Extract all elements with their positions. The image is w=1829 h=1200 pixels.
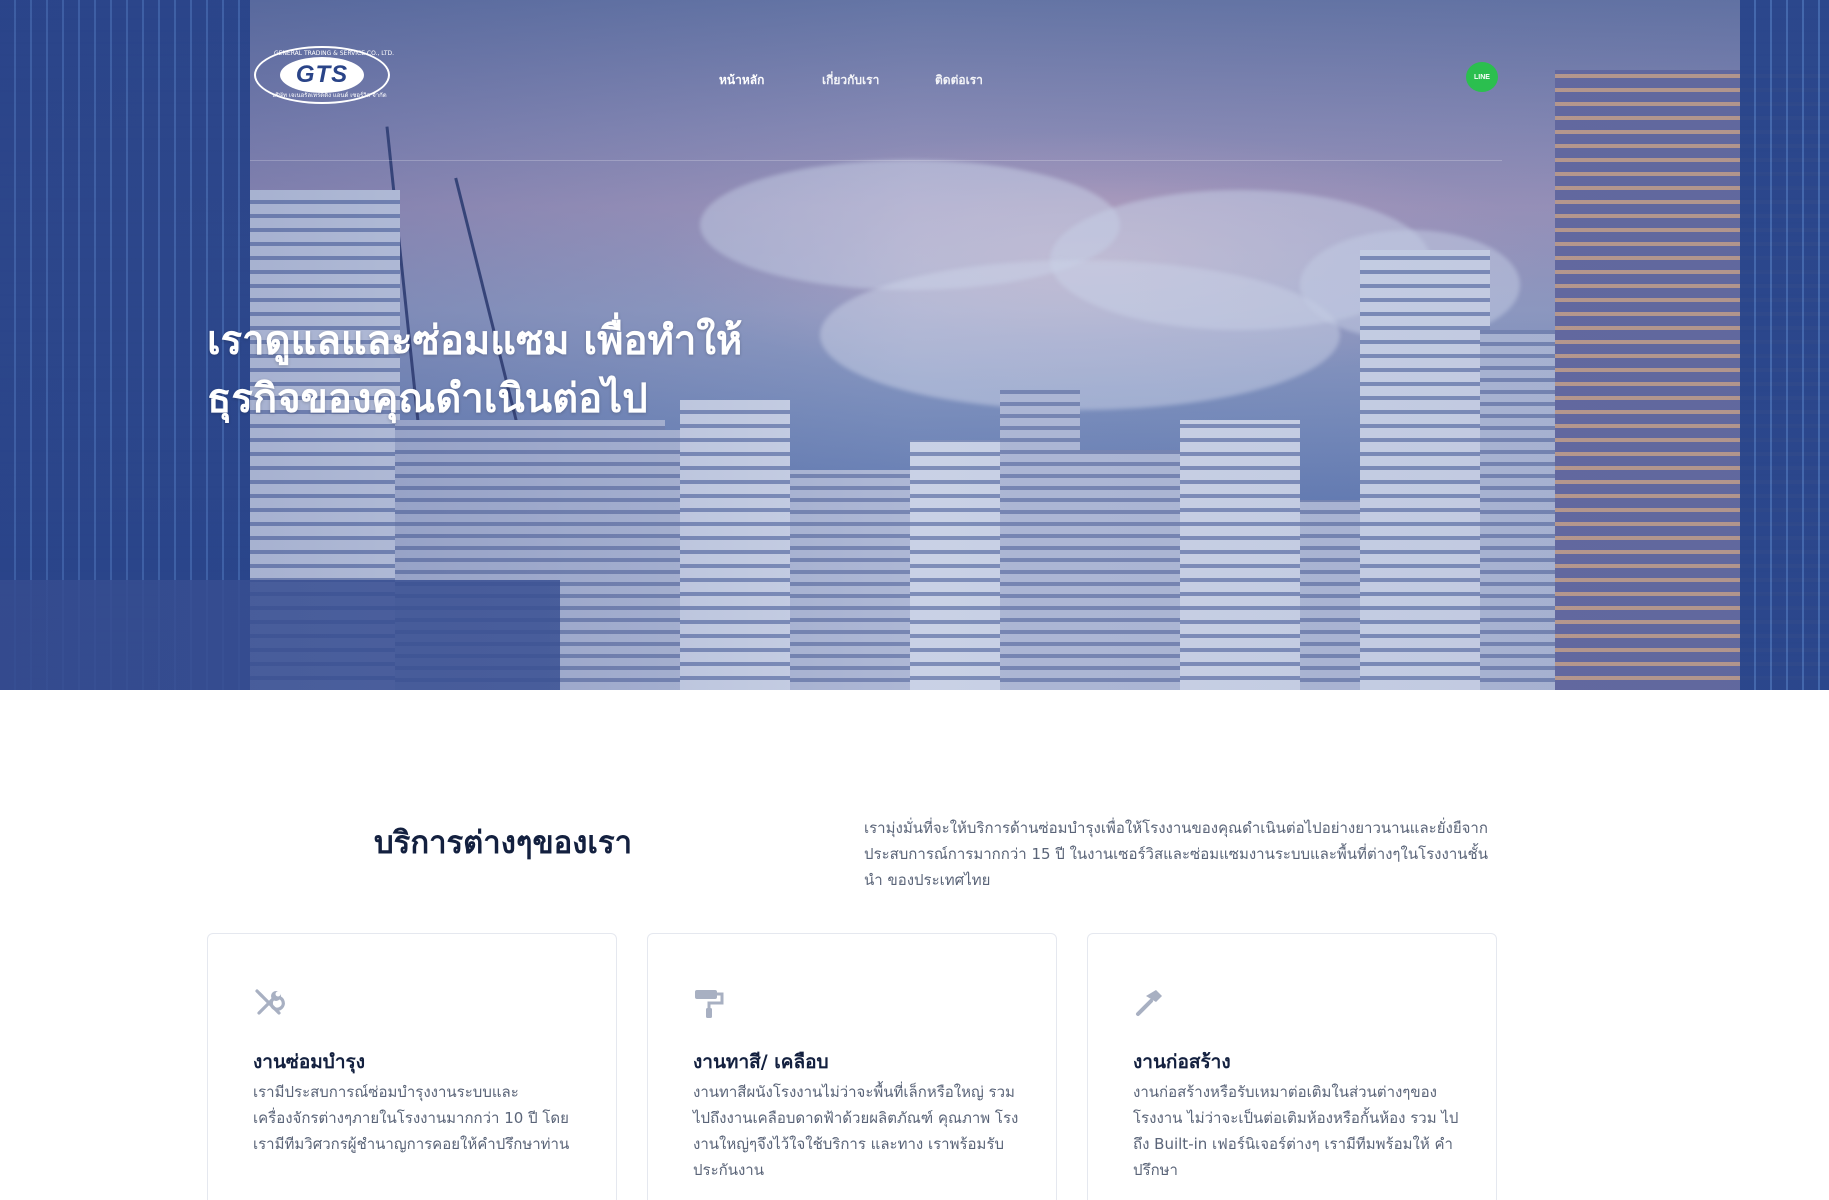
service-card-maintenance: งานซ่อมบำรุง เรามีประสบการณ์ซ่อมบำรุงงาน… [207, 933, 617, 1200]
card-title: งานทาสี/ เคลือบ [693, 1051, 829, 1073]
nav-home[interactable]: หน้าหลัก [719, 71, 764, 90]
line-icon: LINE [1474, 73, 1490, 81]
card-text: งานทาสีผนังโรงงานไม่ว่าจะพื้นที่เล็กหรือ… [693, 1083, 1019, 1179]
logo-arc-top-text: GENERAL TRADING & SERVICE CO., LTD. [274, 50, 395, 57]
nav-about[interactable]: เกี่ยวกับเรา [822, 71, 879, 90]
services-intro: เรามุ่งมั่นที่จะให้บริการด้านซ่อมบำรุงเพ… [864, 819, 1488, 889]
line-chat-button[interactable]: LINE [1466, 62, 1498, 92]
nav-contact[interactable]: ติดต่อเรา [935, 71, 983, 90]
navbar: GENERAL TRADING & SERVICE CO., LTD. GTS … [0, 0, 1829, 162]
hammer-icon [1136, 990, 1162, 1016]
logo-arc-bottom-text: บริษัท เจเนอรัลเทรดดิ้ง แอนด์ เซอร์วิส จ… [272, 92, 387, 99]
service-card-painting: งานทาสี/ เคลือบ งานทาสีผนังโรงงานไม่ว่าจ… [647, 933, 1057, 1200]
tools-icon [255, 989, 285, 1015]
card-text: เรามีประสบการณ์ซ่อมบำรุงงานระบบและ เครื่… [253, 1083, 570, 1153]
services-heading: บริการต่างๆของเรา [374, 825, 633, 861]
nav-divider [250, 160, 1502, 161]
logo-wordmark: GTS [280, 57, 364, 93]
gts-logo[interactable]: GENERAL TRADING & SERVICE CO., LTD. GTS … [254, 46, 394, 104]
card-title: งานก่อสร้าง [1133, 1051, 1231, 1073]
hero-title: เราดูแลและซ่อมแซม เพื่อทำให้ธุรกิจของคุณ… [207, 318, 743, 422]
paint-roller-icon [695, 990, 724, 1018]
card-title: งานซ่อมบำรุง [253, 1051, 365, 1073]
card-text: งานก่อสร้างหรือรับเหมาต่อเติมในส่วนต่างๆ… [1133, 1083, 1459, 1179]
hero-section: GENERAL TRADING & SERVICE CO., LTD. GTS … [0, 0, 1829, 690]
service-card-construction: งานก่อสร้าง งานก่อสร้างหรือรับเหมาต่อเติ… [1087, 933, 1497, 1200]
